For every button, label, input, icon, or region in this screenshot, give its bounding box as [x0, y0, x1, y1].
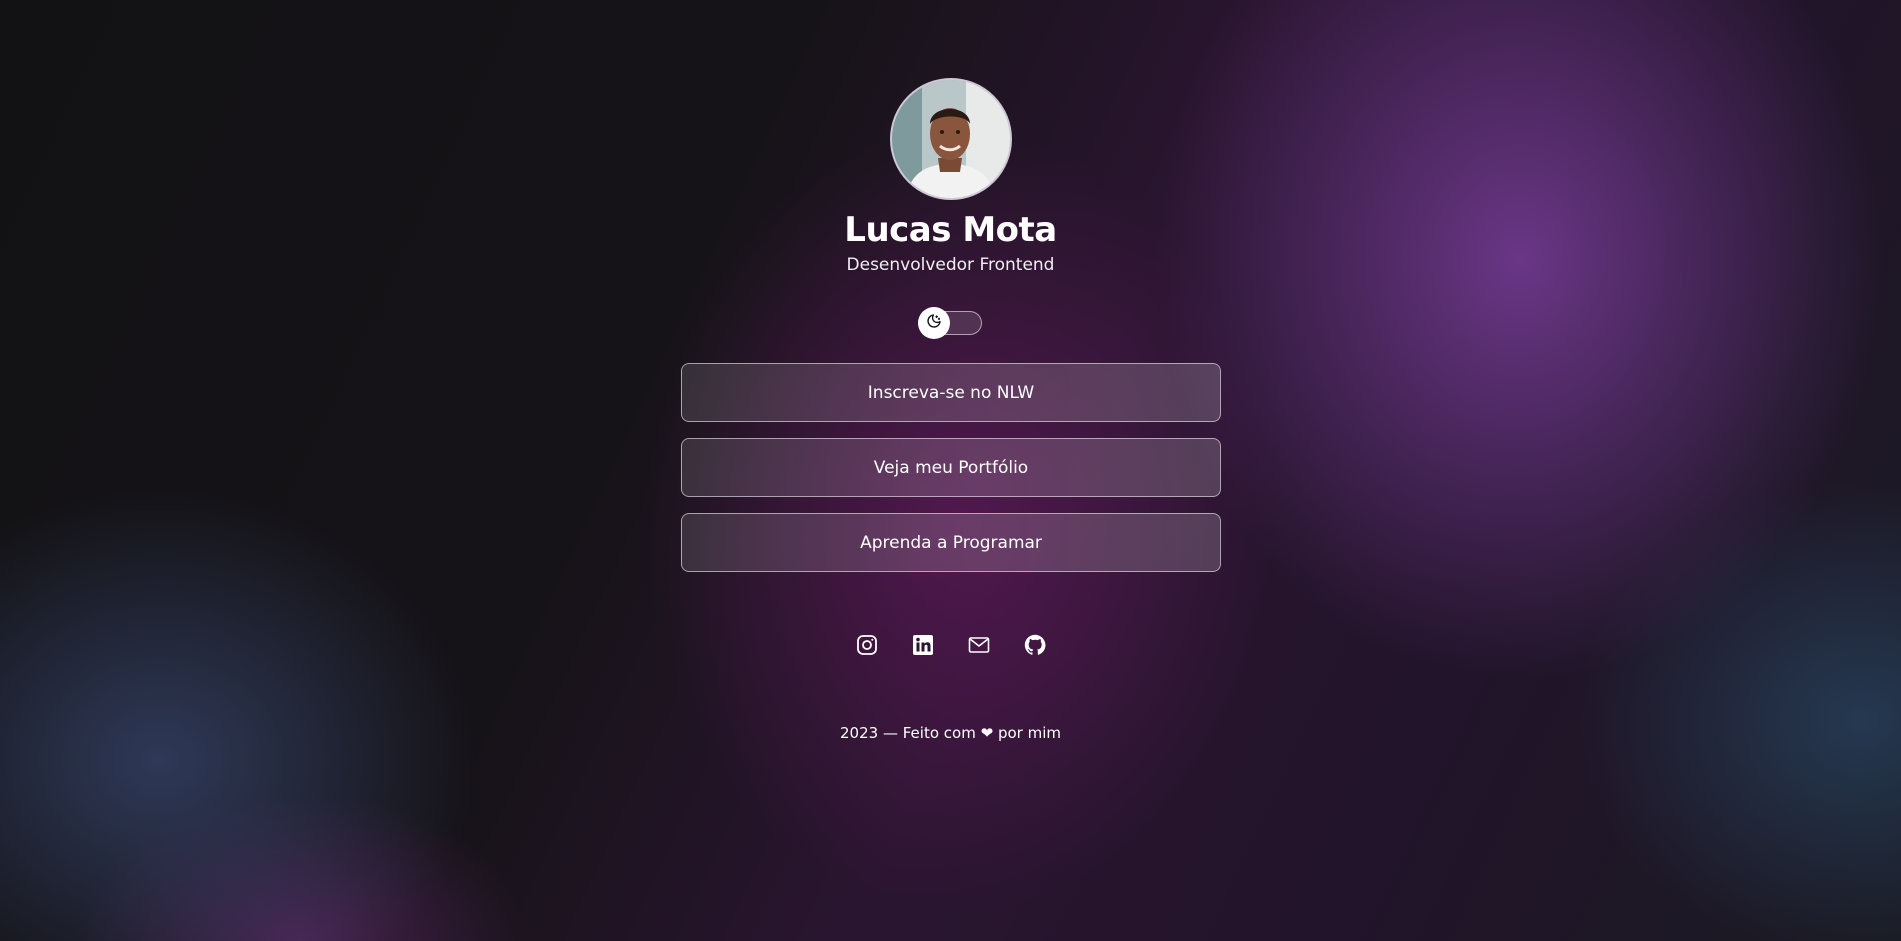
footer: 2023 — Feito com ❤ por mim [0, 723, 1901, 743]
footer-year: 2023 [840, 724, 879, 742]
link-button-portfolio[interactable]: Veja meu Portfólio [681, 438, 1221, 497]
social-links [0, 633, 1901, 661]
link-button-learn-programming[interactable]: Aprenda a Programar [681, 513, 1221, 572]
footer-text-after: por mim [997, 724, 1061, 742]
theme-switch[interactable] [918, 307, 982, 339]
footer-text-before: — Feito com [882, 724, 976, 742]
email-link[interactable] [967, 635, 991, 659]
linkedin-icon [911, 633, 935, 661]
profile-role: Desenvolvedor Frontend [846, 255, 1055, 275]
github-link[interactable] [1023, 633, 1047, 661]
profile-name: Lucas Mota [844, 210, 1057, 250]
moon-icon [926, 313, 942, 333]
page: Lucas Mota Desenvolvedor Frontend Inscre… [0, 0, 1901, 941]
instagram-link[interactable] [855, 635, 879, 659]
avatar [889, 78, 1012, 200]
mail-icon [967, 633, 991, 661]
links-list: Inscreva-se no NLW Veja meu Portfólio Ap… [681, 363, 1221, 588]
instagram-icon [855, 633, 879, 661]
profile: Lucas Mota Desenvolvedor Frontend [0, 78, 1901, 276]
theme-switch-knob[interactable] [918, 307, 950, 339]
link-button-nlw[interactable]: Inscreva-se no NLW [681, 363, 1221, 422]
github-icon [1023, 633, 1047, 661]
heart-icon: ❤ [980, 724, 994, 742]
linkedin-link[interactable] [911, 635, 935, 659]
